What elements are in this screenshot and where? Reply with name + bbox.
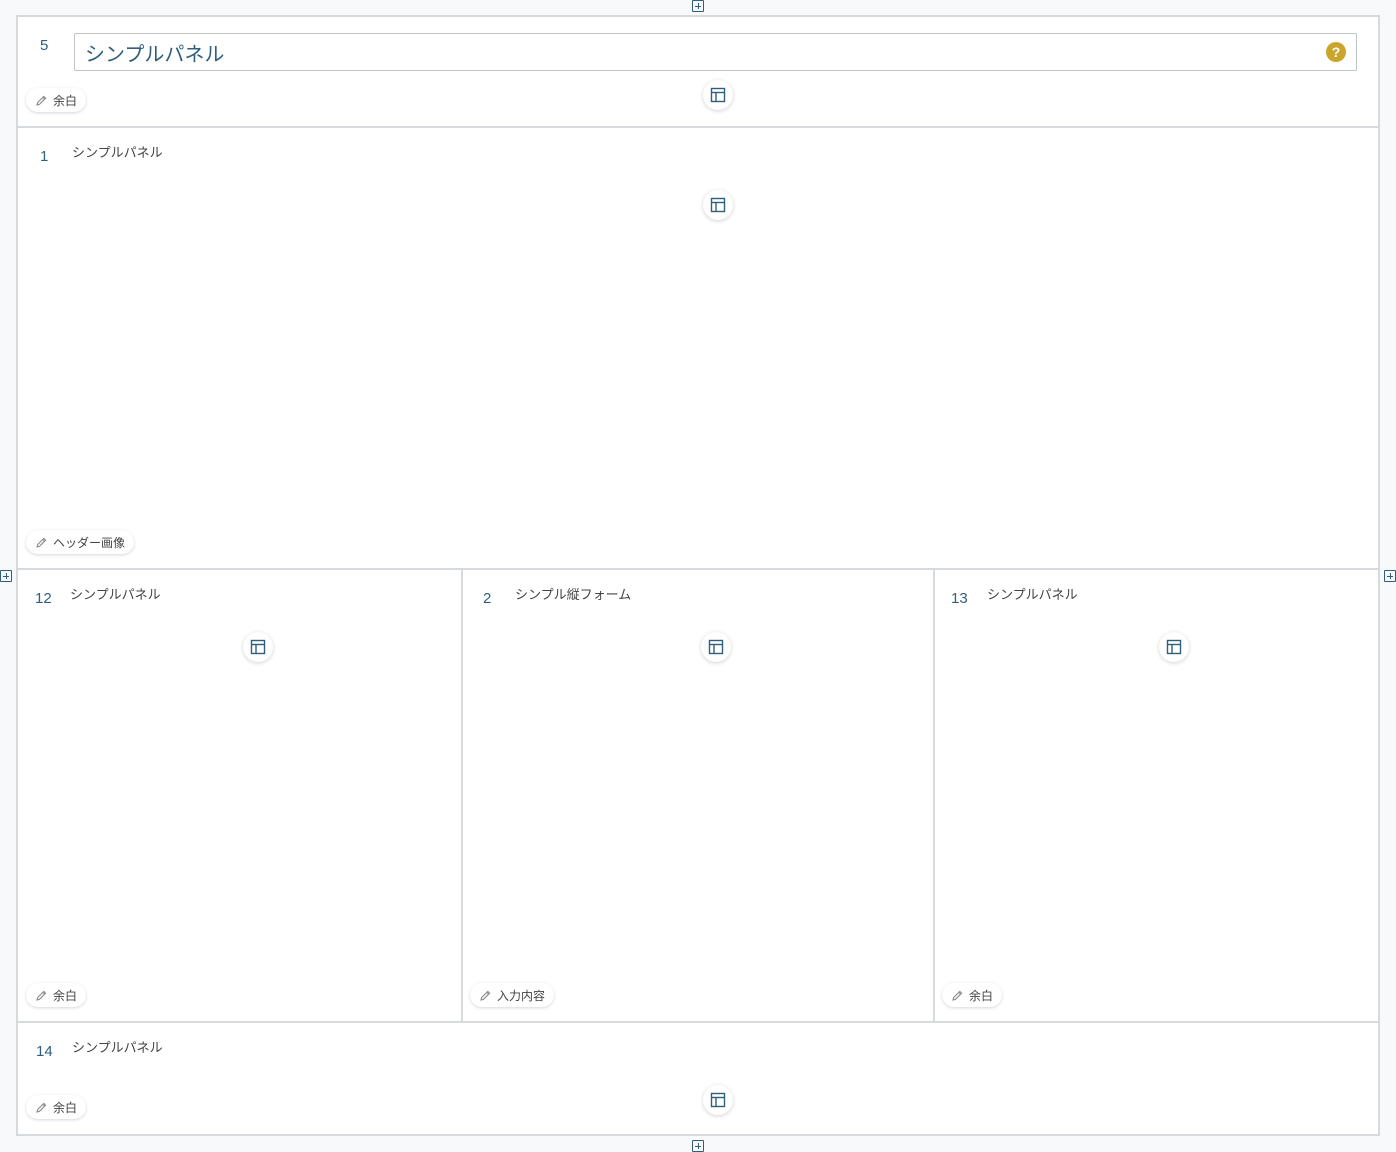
- spacing-chip[interactable]: 余白: [942, 983, 1003, 1007]
- layout-icon: [710, 197, 726, 213]
- panel-number: 2: [483, 590, 492, 607]
- layout-button[interactable]: [703, 190, 733, 220]
- chip-label: 余白: [53, 1100, 78, 1115]
- layout-icon: [710, 1092, 726, 1108]
- spacing-chip[interactable]: 余白: [26, 983, 87, 1007]
- panel-1[interactable]: 1 シンプルパネル ヘッダー画像: [18, 128, 1378, 570]
- layout-frame: 5 シンプルパネル ? 余白 1 シンプルパネル ヘッダー画像 12 シンプルパ…: [16, 15, 1380, 1136]
- chip-label: 余白: [969, 988, 994, 1003]
- panel-title: シンプル縦フォーム: [515, 588, 632, 603]
- layout-icon: [708, 639, 724, 655]
- pencil-icon: [36, 990, 47, 1001]
- add-left-button[interactable]: [0, 570, 12, 582]
- panel-title: シンプルパネル: [72, 1041, 163, 1056]
- chip-label: 入力内容: [497, 988, 546, 1003]
- panel-number: 12: [35, 590, 52, 607]
- panel-number: 5: [40, 37, 49, 54]
- panel-title-input[interactable]: シンプルパネル ?: [74, 33, 1357, 71]
- spacing-chip[interactable]: 余白: [26, 88, 87, 112]
- chip-label: 余白: [53, 93, 78, 108]
- chip-label: 余白: [53, 988, 78, 1003]
- layout-icon: [250, 639, 266, 655]
- panel-number: 13: [951, 590, 968, 607]
- layout-icon: [1166, 639, 1182, 655]
- pencil-icon: [952, 990, 963, 1001]
- panel-title: シンプルパネル: [72, 146, 163, 161]
- panel-13[interactable]: 13 シンプルパネル 余白: [935, 570, 1378, 1023]
- layout-button[interactable]: [1159, 632, 1189, 662]
- panel-number: 14: [36, 1043, 53, 1060]
- chip-label: ヘッダー画像: [53, 535, 126, 550]
- panel-header[interactable]: 5 シンプルパネル ? 余白: [18, 17, 1378, 128]
- panel-title: シンプルパネル: [987, 588, 1078, 603]
- panel-14[interactable]: 14 シンプルパネル 余白: [18, 1023, 1378, 1134]
- layout-button[interactable]: [703, 80, 733, 110]
- pencil-icon: [36, 1102, 47, 1113]
- add-above-button[interactable]: [692, 0, 704, 12]
- add-below-button[interactable]: [692, 1140, 704, 1152]
- header-image-chip[interactable]: ヘッダー画像: [26, 530, 135, 554]
- pencil-icon: [480, 990, 491, 1001]
- layout-button[interactable]: [701, 632, 731, 662]
- panel-title-value: シンプルパネル: [85, 41, 225, 66]
- panel-number: 1: [40, 148, 49, 165]
- pencil-icon: [36, 537, 47, 548]
- add-right-button[interactable]: [1384, 570, 1396, 582]
- layout-button[interactable]: [703, 1085, 733, 1115]
- spacing-chip[interactable]: 余白: [26, 1095, 87, 1119]
- help-icon[interactable]: ?: [1326, 42, 1346, 62]
- panel-title: シンプルパネル: [70, 588, 161, 603]
- layout-button[interactable]: [243, 632, 273, 662]
- layout-icon: [710, 87, 726, 103]
- pencil-icon: [36, 95, 47, 106]
- panel-12[interactable]: 12 シンプルパネル 余白: [18, 570, 463, 1023]
- panel-2[interactable]: 2 シンプル縦フォーム 入力内容: [463, 570, 935, 1023]
- input-content-chip[interactable]: 入力内容: [470, 983, 555, 1007]
